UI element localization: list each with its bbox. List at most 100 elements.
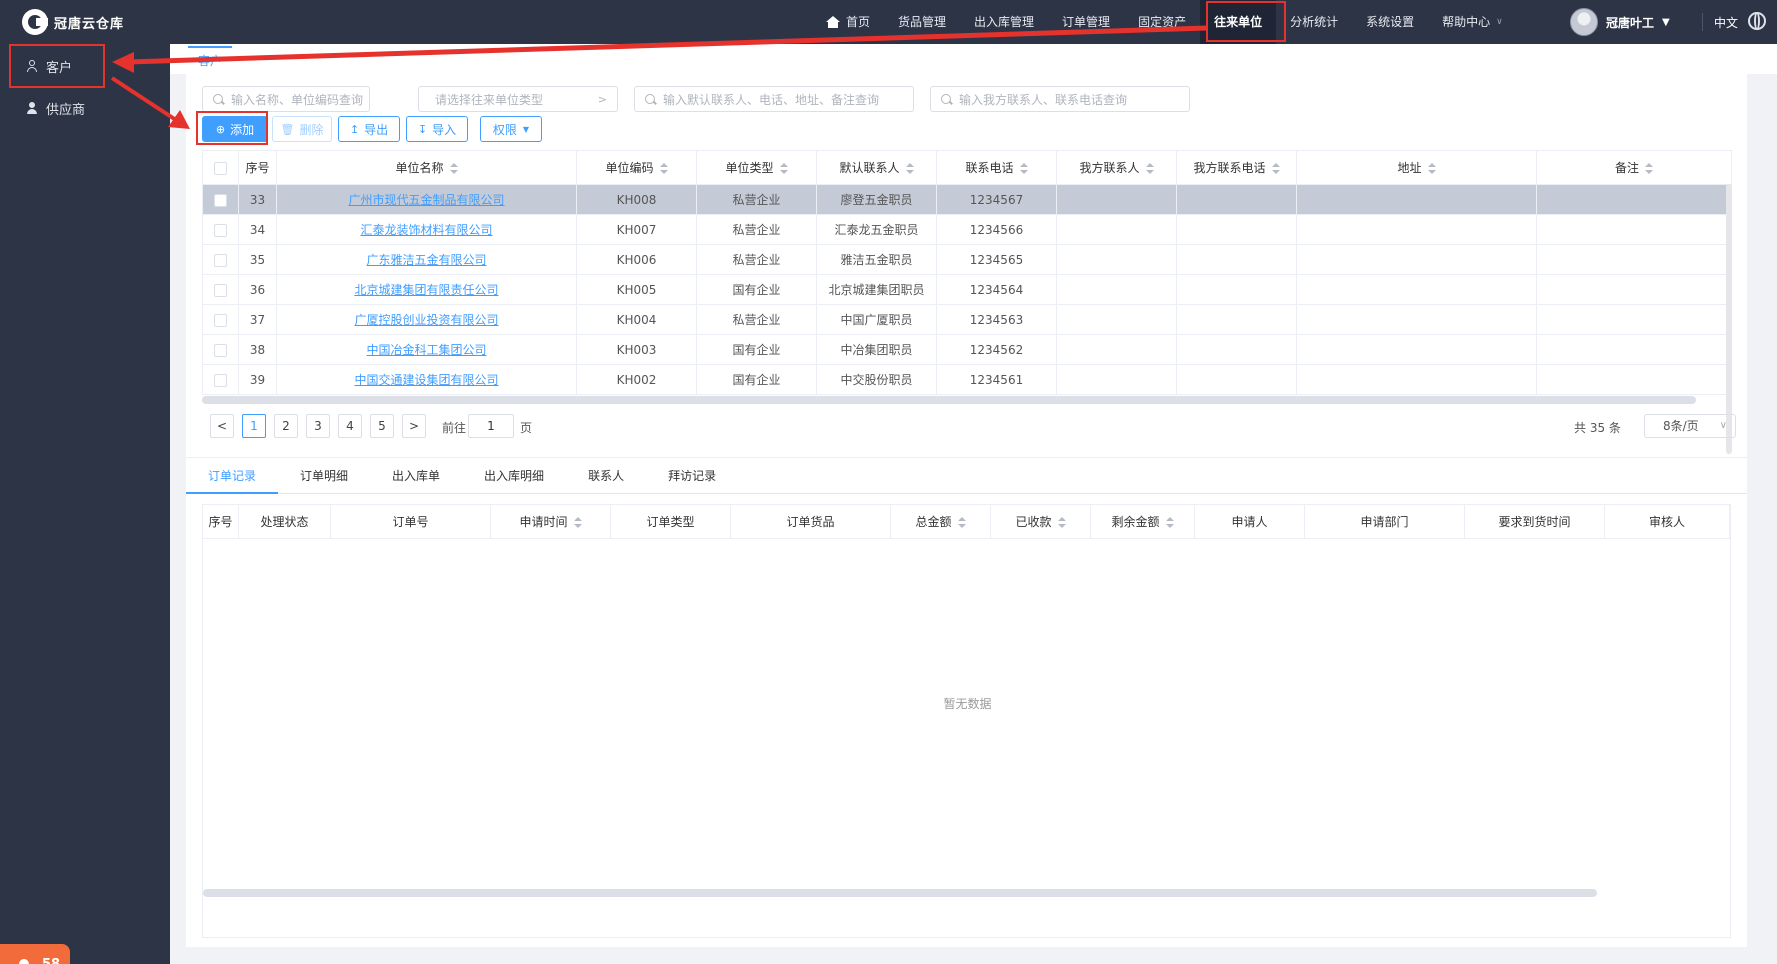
table-row[interactable]: 38 中国冶金科工集团公司 KH003 国有企业 中冶集团职员 1234562 <box>202 334 1732 365</box>
goto-page-input[interactable]: 1 <box>468 414 514 438</box>
tab-visit-records[interactable]: 拜访记录 <box>646 458 738 494</box>
sort-icon[interactable] <box>573 516 582 529</box>
table-row[interactable]: 37 广厦控股创业投资有限公司 KH004 私营企业 中国广厦职员 123456… <box>202 304 1732 335</box>
search-contact-input[interactable]: 输入默认联系人、电话、地址、备注查询 <box>634 86 914 112</box>
customer-name-link[interactable]: 广州市现代五金制品有限公司 <box>348 193 504 207</box>
column-header-sortable[interactable]: 剩余金额 <box>1091 505 1195 539</box>
column-header-sortable[interactable]: 备注 <box>1536 150 1732 185</box>
tab-order-records[interactable]: 订单记录 <box>186 458 279 494</box>
cell-name: 广州市现代五金制品有限公司 <box>276 184 577 215</box>
sort-icon[interactable] <box>1145 162 1154 175</box>
column-header-sortable[interactable]: 申请时间 <box>491 505 611 539</box>
user-menu[interactable]: 冠唐叶工 ▼ <box>1570 7 1670 37</box>
delete-button[interactable]: 🗑 删除 <box>272 116 332 142</box>
column-header-sortable[interactable]: 已收款 <box>991 505 1091 539</box>
prev-page-button[interactable]: < <box>210 414 234 438</box>
customer-name-link[interactable]: 汇泰龙装饰材料有限公司 <box>360 223 492 237</box>
nav-goods[interactable]: 货品管理 <box>884 0 960 44</box>
sort-icon[interactable] <box>449 162 458 175</box>
column-header-sortable[interactable]: 地址 <box>1296 150 1537 185</box>
column-header-sortable[interactable]: 单位类型 <box>696 150 817 185</box>
permission-dropdown[interactable]: 权限 ▼ <box>480 116 542 142</box>
cell-phone: 1234565 <box>936 244 1057 275</box>
row-checkbox[interactable] <box>214 283 227 297</box>
column-header-sortable[interactable]: 我方联系人 <box>1056 150 1177 185</box>
page-button-2[interactable]: 2 <box>274 414 298 438</box>
nav-orders[interactable]: 订单管理 <box>1048 0 1124 44</box>
divider <box>1702 13 1703 31</box>
page-tab-customers[interactable]: 客户 <box>188 46 233 74</box>
sidebar-item-suppliers[interactable]: 供应商 <box>0 88 170 128</box>
row-checkbox[interactable] <box>214 193 227 207</box>
sort-icon[interactable] <box>1271 162 1280 175</box>
customer-name-link[interactable]: 中国冶金科工集团公司 <box>366 343 486 357</box>
home-icon <box>826 16 840 28</box>
table-row[interactable]: 36 北京城建集团有限责任公司 KH005 国有企业 北京城建集团职员 1234… <box>202 274 1732 305</box>
unit-type-select[interactable]: 请选择往来单位类型 > <box>418 86 618 112</box>
column-header-sortable[interactable]: 单位名称 <box>276 150 577 185</box>
orders-horizontal-scrollbar[interactable] <box>203 889 1597 897</box>
page-button-1[interactable]: 1 <box>242 414 266 438</box>
sort-icon[interactable] <box>659 162 668 175</box>
table-horizontal-scrollbar[interactable] <box>202 396 1696 404</box>
customer-name-link[interactable]: 中国交通建设集团有限公司 <box>354 373 498 387</box>
nav-stock-io[interactable]: 出入库管理 <box>960 0 1048 44</box>
language-switch[interactable]: 中文 <box>1714 14 1738 31</box>
column-header-sortable[interactable]: 联系电话 <box>936 150 1057 185</box>
column-label: 审核人 <box>1648 515 1685 529</box>
page-button-3[interactable]: 3 <box>306 414 330 438</box>
sort-icon[interactable] <box>957 516 966 529</box>
nav-home[interactable]: 首页 <box>812 0 884 44</box>
cell-our-contact <box>1056 184 1177 215</box>
column-header-sortable[interactable]: 默认联系人 <box>816 150 937 185</box>
row-checkbox[interactable] <box>214 253 227 267</box>
export-button[interactable]: ↥ 导出 <box>338 116 400 142</box>
sort-icon[interactable] <box>779 162 788 175</box>
cell-no: 38 <box>238 334 277 365</box>
main-nav: 首页 货品管理 出入库管理 订单管理 固定资产 往来单位 分析统计 系统设置 帮… <box>812 0 1517 44</box>
page-size-select[interactable]: 8条/页 ∨ <box>1644 414 1736 438</box>
column-header-sortable[interactable]: 总金额 <box>891 505 991 539</box>
nav-fixed-assets[interactable]: 固定资产 <box>1124 0 1200 44</box>
nav-settings[interactable]: 系统设置 <box>1352 0 1428 44</box>
cell-remark <box>1536 334 1732 365</box>
next-page-button[interactable]: > <box>402 414 426 438</box>
sort-icon[interactable] <box>1019 162 1028 175</box>
column-header-sortable[interactable]: 我方联系电话 <box>1176 150 1297 185</box>
nav-analytics[interactable]: 分析统计 <box>1276 0 1352 44</box>
sort-icon[interactable] <box>1057 516 1066 529</box>
column-header-sortable[interactable]: 单位编码 <box>576 150 697 185</box>
sort-icon[interactable] <box>1645 162 1653 175</box>
nav-label: 帮助中心 <box>1442 15 1491 29</box>
sort-icon[interactable] <box>1427 162 1436 175</box>
tab-stock-slips[interactable]: 出入库单 <box>370 458 462 494</box>
tab-stock-details[interactable]: 出入库明细 <box>462 458 566 494</box>
customer-name-link[interactable]: 广厦控股创业投资有限公司 <box>354 313 498 327</box>
nav-help[interactable]: 帮助中心 ∨ <box>1428 0 1517 44</box>
table-row[interactable]: 39 中国交通建设集团有限公司 KH002 国有企业 中交股份职员 123456… <box>202 364 1732 395</box>
app-logo[interactable]: 冠唐云仓库 <box>22 9 124 35</box>
search-our-contact-input[interactable]: 输入我方联系人、联系电话查询 <box>930 86 1190 112</box>
notification-badge[interactable]: 58 <box>0 944 70 964</box>
row-checkbox[interactable] <box>214 343 227 357</box>
import-button[interactable]: ↧ 导入 <box>406 116 468 142</box>
customer-name-link[interactable]: 广东雅洁五金有限公司 <box>366 253 486 267</box>
sort-icon[interactable] <box>905 162 914 175</box>
row-checkbox[interactable] <box>214 313 227 327</box>
cell-name: 广厦控股创业投资有限公司 <box>276 304 577 335</box>
table-row[interactable]: 35 广东雅洁五金有限公司 KH006 私营企业 雅洁五金职员 1234565 <box>202 244 1732 275</box>
tab-order-details[interactable]: 订单明细 <box>278 458 370 494</box>
page-button-5[interactable]: 5 <box>370 414 394 438</box>
globe-icon[interactable] <box>1748 12 1766 30</box>
row-checkbox[interactable] <box>214 373 227 387</box>
tab-contacts[interactable]: 联系人 <box>566 458 646 494</box>
table-row[interactable]: 33 广州市现代五金制品有限公司 KH008 私营企业 廖登五金职员 12345… <box>202 184 1732 215</box>
customer-name-link[interactable]: 北京城建集团有限责任公司 <box>354 283 498 297</box>
table-row[interactable]: 34 汇泰龙装饰材料有限公司 KH007 私营企业 汇泰龙五金职员 123456… <box>202 214 1732 245</box>
search-name-code-input[interactable]: 输入名称、单位编码查询 <box>202 86 370 112</box>
row-select-cell <box>202 274 239 305</box>
row-checkbox[interactable] <box>214 223 227 237</box>
page-button-4[interactable]: 4 <box>338 414 362 438</box>
sort-icon[interactable] <box>1165 516 1174 529</box>
select-all-checkbox[interactable] <box>214 161 227 175</box>
